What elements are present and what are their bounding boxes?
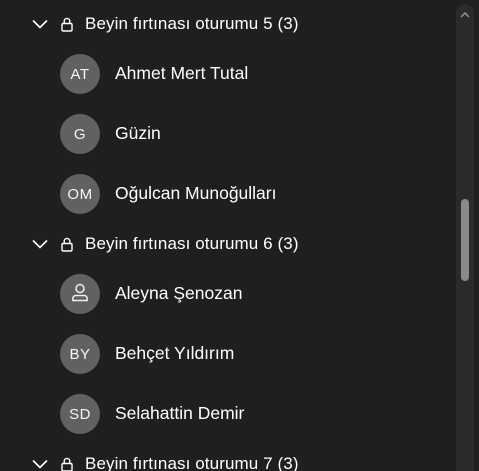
participant-name: Oğulcan Munoğulları <box>115 183 277 203</box>
person-icon <box>70 282 90 306</box>
participant-name: Aleyna Şenozan <box>115 283 243 303</box>
participant-row[interactable]: AT Ahmet Mert Tutal <box>0 44 440 104</box>
avatar: SD <box>60 394 100 434</box>
vertical-scrollbar[interactable] <box>456 4 474 471</box>
participant-row[interactable]: BY Behçet Yıldırım <box>0 324 440 384</box>
participant-row[interactable]: G Güzin <box>0 104 440 164</box>
lock-icon <box>60 236 74 252</box>
participant-name: Güzin <box>115 123 161 143</box>
room-group-title: Beyin fırtınası oturumu 7 (3) <box>85 454 299 471</box>
chevron-down-icon[interactable] <box>31 455 49 471</box>
avatar: OM <box>60 174 100 214</box>
room-group-header[interactable]: Beyin fırtınası oturumu 6 (3) <box>0 224 440 264</box>
room-group-header[interactable]: Beyin fırtınası oturumu 5 (3) <box>0 4 440 44</box>
lock-icon <box>60 456 74 471</box>
avatar: AT <box>60 54 100 94</box>
scroll-thumb[interactable] <box>461 199 469 281</box>
participant-name: Ahmet Mert Tutal <box>115 63 249 83</box>
participant-row[interactable]: SD Selahattin Demir <box>0 384 440 444</box>
participant-row[interactable]: OM Oğulcan Munoğulları <box>0 164 440 224</box>
chevron-down-icon[interactable] <box>31 15 49 33</box>
avatar <box>60 274 100 314</box>
breakout-rooms-panel: Beyin fırtınası oturumu 5 (3) AT Ahmet M… <box>0 0 479 471</box>
participant-row[interactable]: Aleyna Şenozan <box>0 264 440 324</box>
chevron-down-icon[interactable] <box>31 235 49 253</box>
room-group-header[interactable]: Beyin fırtınası oturumu 7 (3) <box>0 444 440 471</box>
lock-icon <box>60 16 74 32</box>
participant-name: Behçet Yıldırım <box>115 343 235 363</box>
room-group-title: Beyin fırtınası oturumu 5 (3) <box>85 14 299 33</box>
chevron-up-icon[interactable] <box>456 4 474 26</box>
avatar: G <box>60 114 100 154</box>
participant-name: Selahattin Demir <box>115 403 245 423</box>
room-group-title: Beyin fırtınası oturumu 6 (3) <box>85 234 299 253</box>
avatar: BY <box>60 334 100 374</box>
